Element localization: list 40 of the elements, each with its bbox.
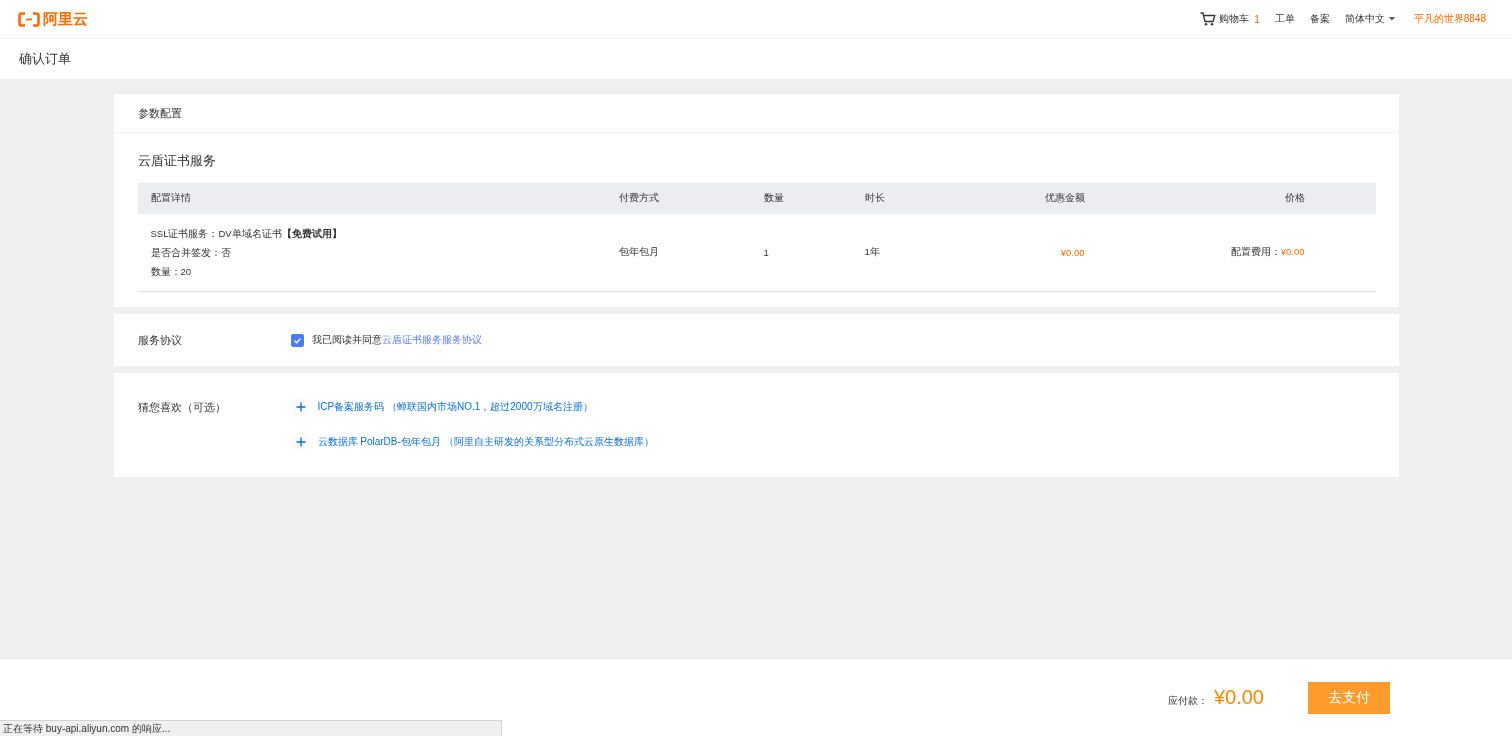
recommendation-link[interactable]: 云数据库 PolarDB-包年包月 （阿里自主研发的关系型分布式云原生数据库） [317,435,654,449]
logo-bracket-icon [18,11,40,27]
agreement-checkbox[interactable] [290,333,304,347]
price-label: 配置费用： [1230,246,1281,257]
config-detail-line: 是否合并签发：否 [150,246,232,260]
cart-link[interactable]: 购物车 1 [1200,12,1260,26]
section-label: 猜您喜欢（可选） [137,400,227,414]
column-header: 时长 [864,192,886,205]
column-header: 配置详情 [150,192,192,205]
cart-label: 购物车 [1219,12,1250,26]
nav-link[interactable]: 工单 [1274,12,1295,26]
column-header: 优惠金额 [1043,192,1085,205]
column-header: 付费方式 [618,192,660,205]
recommendation-link[interactable]: ICP备案服务码 （蝉联国内市场NO.1，超过2000万域名注册） [317,400,593,414]
agreement-link[interactable]: 云盾证书服务服务协议 [381,333,482,347]
cart-count: 1 [1254,13,1260,25]
nav-link[interactable]: 备案 [1309,12,1330,26]
caret-icon [1388,17,1395,21]
table-cell-text: 1年 [864,246,881,259]
language-dropdown[interactable]: 简体中文 [1344,12,1395,26]
page-title: 确认订单 [19,50,71,68]
agreement-text: 我已阅读并同意 [311,333,382,347]
total-amount: ¥0.00 [1213,686,1264,709]
config-detail-line: SSL证书服务：DV单域名证书【免费试用】 [150,227,343,241]
total-label: 应付款： [1167,693,1208,708]
column-header: 价格 [1283,192,1305,205]
user-name-link[interactable]: 平凡的世界8848 [1413,12,1486,26]
table-cell-text: 1 [763,247,770,258]
cart-icon [1200,12,1217,26]
product-title: 云盾证书服务 [137,153,217,170]
section-label: 服务协议 [137,332,183,348]
language-label: 简体中文 [1344,12,1385,26]
table-cell-text: 包年包月 [618,246,660,259]
logo-text[interactable]: 阿里云 [43,10,88,28]
config-detail-line: 数量：20 [150,265,193,279]
card-title: 参数配置 [137,105,182,121]
column-header: 数量 [763,192,785,205]
browser-status-bar: 正在等待 buy-api.aliyun.com 的响应... [0,720,502,736]
discount-amount: ¥0.00 [1059,247,1085,258]
price-amount: ¥0.00 [1280,246,1305,257]
